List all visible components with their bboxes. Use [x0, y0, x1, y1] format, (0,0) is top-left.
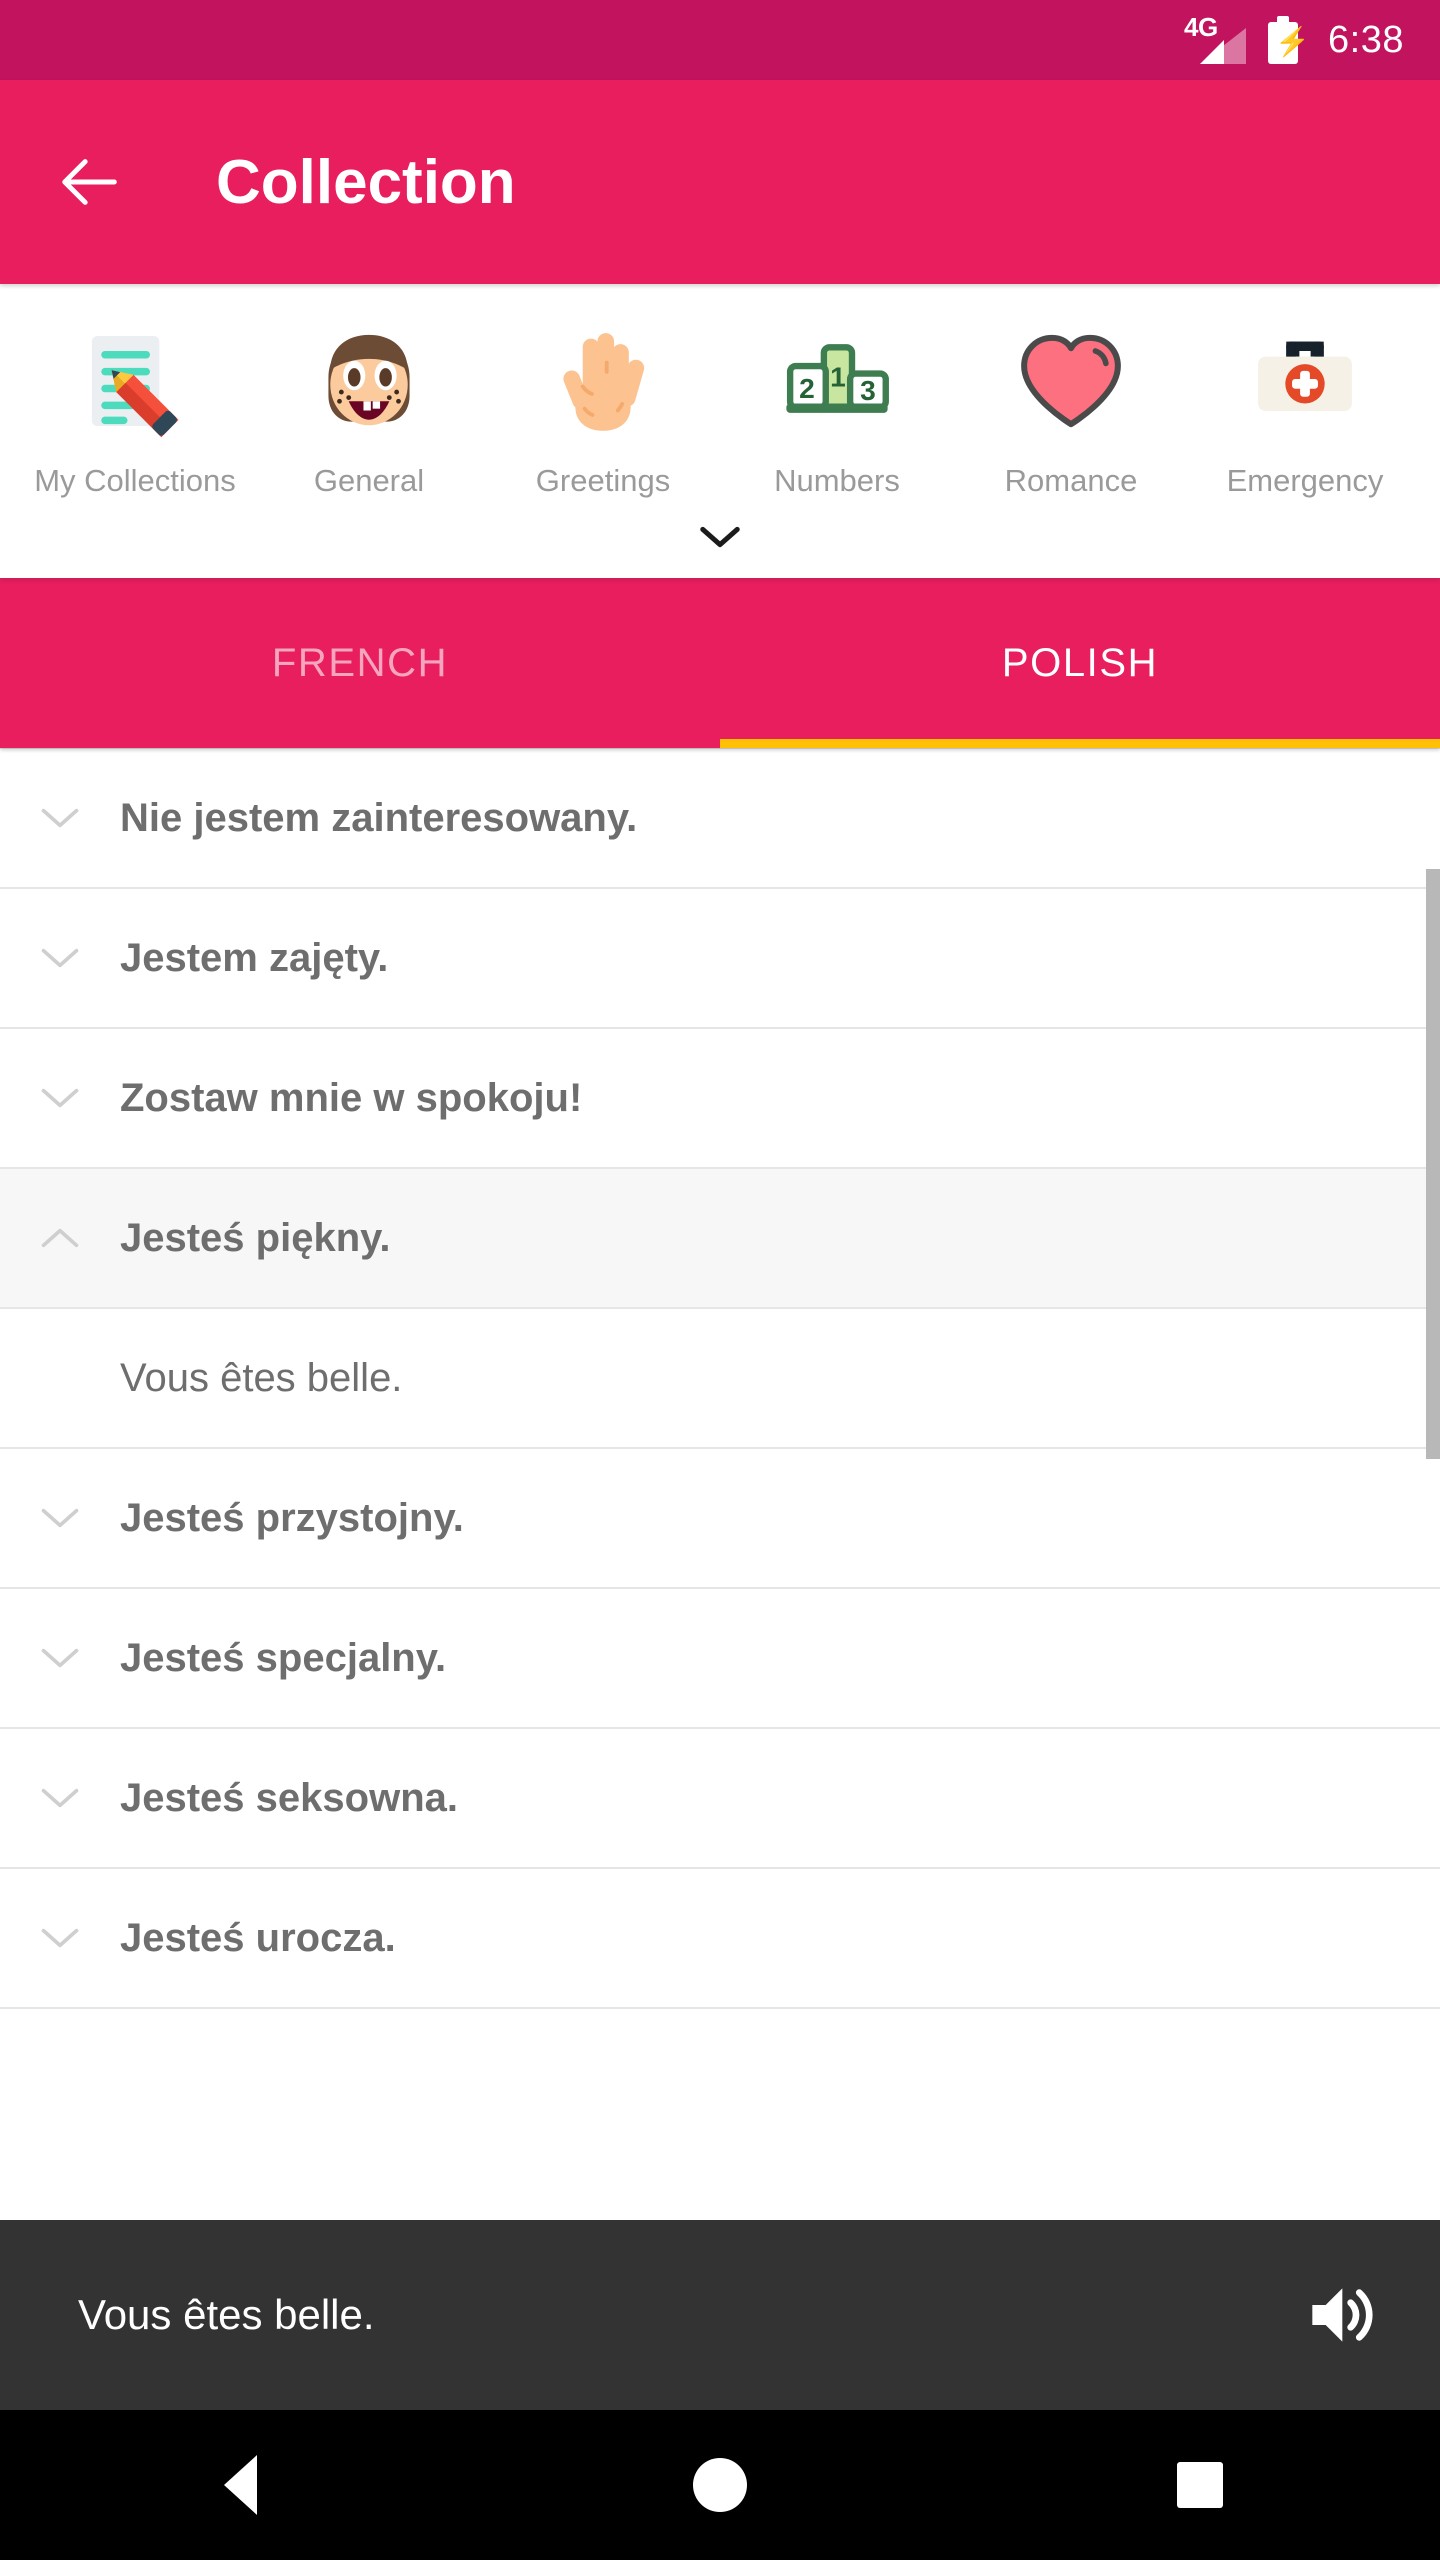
- chevron-down-icon[interactable]: [0, 1925, 120, 1951]
- chevron-down-icon[interactable]: [0, 1505, 120, 1531]
- category-item-emergency[interactable]: Emergency: [1188, 306, 1422, 500]
- translation-row: Vous êtes belle.: [0, 1309, 1440, 1450]
- raised-hand-icon: [533, 306, 673, 456]
- nav-back-triangle-icon[interactable]: [160, 2430, 320, 2540]
- chevron-down-icon[interactable]: [0, 805, 120, 831]
- phrase-row[interactable]: Jestem zajęty.: [0, 889, 1440, 1030]
- categories-panel: My Collections General Greetings 2 1 3 N…: [0, 284, 1440, 579]
- phone-screen: 4G ⚡ 6:38 Collection My Collections Gene…: [0, 0, 1440, 2560]
- category-label: General: [313, 463, 425, 498]
- phrase-text: Jesteś przystojny.: [120, 1495, 464, 1540]
- back-arrow-icon[interactable]: [56, 147, 126, 217]
- category-label: Emergency: [1226, 463, 1384, 498]
- first-aid-kit-icon: [1235, 306, 1375, 456]
- android-nav-bar: [0, 2410, 1440, 2560]
- status-bar: 4G ⚡ 6:38: [0, 0, 1440, 80]
- phrase-text: Jesteś seksowna.: [120, 1775, 458, 1820]
- phrase-text: Jesteś piękny.: [120, 1215, 391, 1260]
- phrase-row[interactable]: Jesteś specjalny.: [0, 1589, 1440, 1730]
- phrase-rows-container: Nie jestem zainteresowany. Jestem zajęty.…: [0, 749, 1440, 2010]
- phrase-text: Jesteś specjalny.: [120, 1635, 447, 1680]
- phrase-row[interactable]: Jesteś seksowna.: [0, 1729, 1440, 1870]
- category-item-my-collections[interactable]: My Collections: [18, 306, 252, 500]
- chevron-down-icon[interactable]: [0, 1645, 120, 1671]
- categories-expand-toggle[interactable]: [0, 500, 1440, 578]
- heart-icon: [1001, 306, 1141, 456]
- category-item-numbers[interactable]: 2 1 3 Numbers: [720, 306, 954, 500]
- battery-charging-icon: ⚡: [1268, 16, 1310, 64]
- player-phrase-text: Vous êtes belle.: [78, 2291, 375, 2338]
- signal-4g-icon: 4G: [1184, 12, 1247, 64]
- phrase-row[interactable]: Nie jestem zainteresowany.: [0, 749, 1440, 890]
- phrase-text: Jesteś urocza.: [120, 1915, 396, 1960]
- category-item-greetings[interactable]: Greetings: [486, 306, 720, 500]
- svg-text:1: 1: [830, 362, 846, 393]
- tab-french[interactable]: FRENCH: [0, 578, 720, 748]
- translation-text: Vous êtes belle.: [120, 1355, 403, 1400]
- category-label: Greetings: [535, 463, 671, 498]
- phrase-row[interactable]: Jesteś piękny.: [0, 1169, 1440, 1310]
- svg-text:3: 3: [860, 375, 876, 406]
- podium-123-icon: 2 1 3: [767, 306, 907, 456]
- phrase-text: Jestem zajęty.: [120, 935, 389, 980]
- category-label: Numbers: [774, 463, 900, 498]
- phrase-row[interactable]: Jesteś urocza.: [0, 1869, 1440, 2010]
- category-label: My Collections: [34, 463, 236, 498]
- smiling-face-icon: [299, 306, 439, 456]
- svg-text:2: 2: [799, 373, 815, 404]
- chevron-down-icon[interactable]: [0, 945, 120, 971]
- chevron-down-icon[interactable]: [0, 1085, 120, 1111]
- phrase-text: Zostaw mnie w spokoju!: [120, 1075, 583, 1120]
- nav-recents-square-icon[interactable]: [1120, 2430, 1280, 2540]
- chevron-down-icon: [697, 523, 743, 556]
- charging-bolt: ⚡: [1275, 26, 1310, 57]
- status-icons: 4G ⚡ 6:38: [1184, 12, 1404, 64]
- player-bar: Vous êtes belle.: [0, 2220, 1440, 2410]
- status-clock: 6:38: [1328, 18, 1404, 61]
- memo-pencil-icon: [65, 306, 205, 456]
- speaker-volume-icon[interactable]: [1296, 2272, 1382, 2358]
- language-tab-bar: FRENCH POLISH: [0, 578, 1440, 749]
- category-label: Romance: [1004, 463, 1138, 498]
- phrase-list[interactable]: Nie jestem zainteresowany. Jestem zajęty.…: [0, 748, 1440, 2220]
- phrase-text: Nie jestem zainteresowany.: [120, 795, 638, 840]
- nav-home-circle-icon[interactable]: [640, 2430, 800, 2540]
- category-item-romance[interactable]: Romance: [954, 306, 1188, 500]
- app-bar: Collection: [0, 80, 1440, 284]
- category-row: My Collections General Greetings 2 1 3 N…: [0, 306, 1440, 500]
- chevron-up-icon[interactable]: [0, 1225, 120, 1251]
- page-title: Collection: [216, 147, 516, 217]
- tab-polish[interactable]: POLISH: [720, 578, 1440, 749]
- phrase-row[interactable]: Jesteś przystojny.: [0, 1449, 1440, 1590]
- phrase-row[interactable]: Zostaw mnie w spokoju!: [0, 1029, 1440, 1170]
- category-item-general[interactable]: General: [252, 306, 486, 500]
- list-scrollbar-thumb[interactable]: [1426, 869, 1440, 1460]
- chevron-down-icon[interactable]: [0, 1785, 120, 1811]
- signal-bars-full: [1200, 40, 1225, 64]
